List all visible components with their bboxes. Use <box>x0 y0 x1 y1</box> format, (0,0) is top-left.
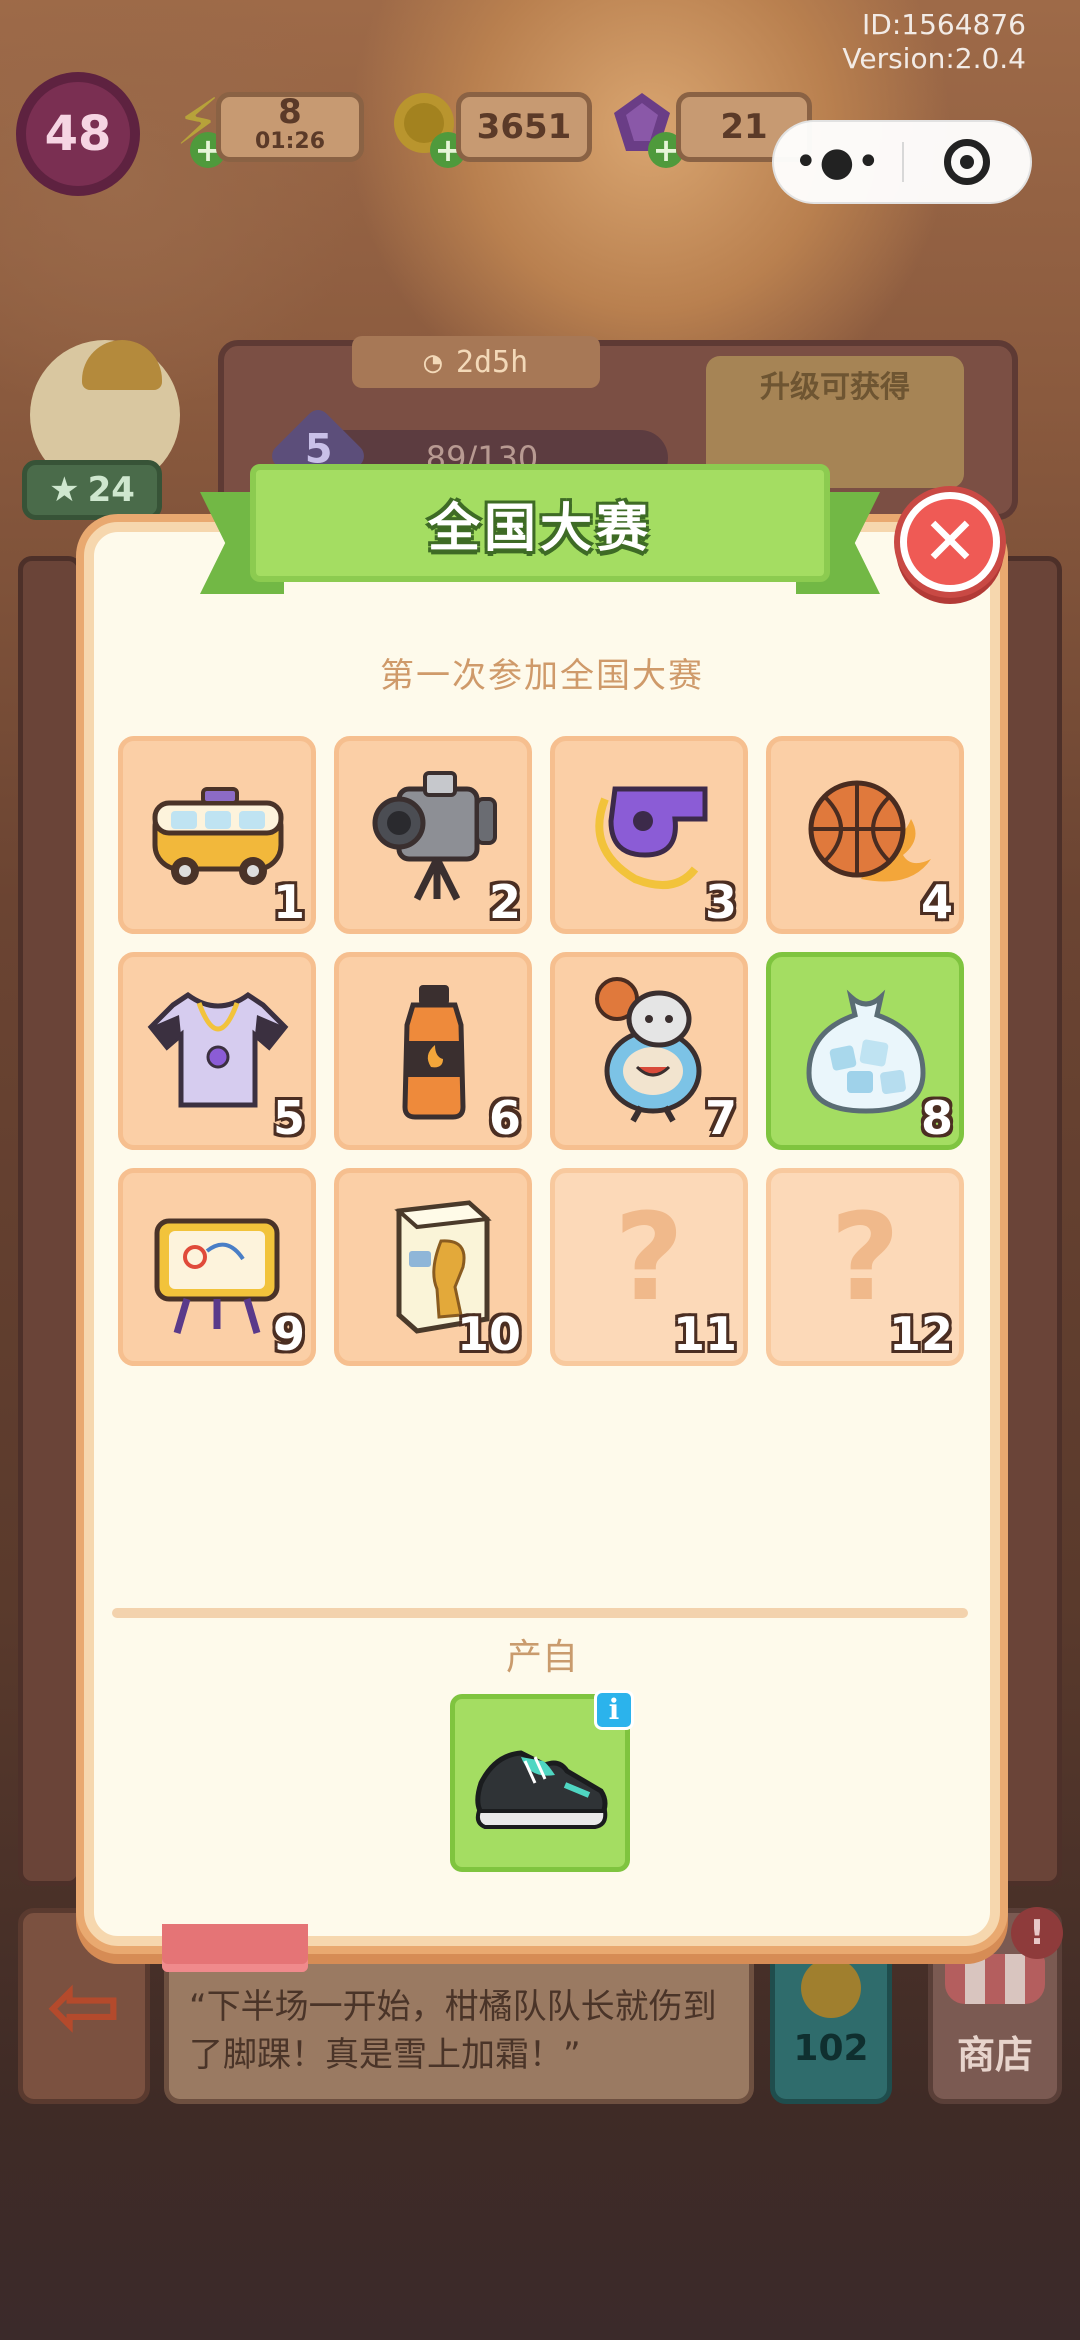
info-icon[interactable]: i <box>594 1690 634 1730</box>
source-label: 产自 <box>505 1637 578 1678</box>
modal-title: 全国大赛 <box>427 498 652 559</box>
item-number: 3 <box>704 875 737 929</box>
item-number: 4 <box>920 875 953 929</box>
collection-item-1[interactable]: 1 <box>118 736 316 934</box>
video-camera-icon <box>372 771 497 901</box>
item-number: 6 <box>488 1091 521 1145</box>
item-number: 11 <box>672 1307 737 1361</box>
collection-item-7[interactable]: 7 <box>550 952 748 1150</box>
close-button[interactable]: ✕ <box>900 492 1000 592</box>
collection-item-10[interactable]: 10 <box>334 1168 532 1366</box>
ice-bag-icon <box>806 989 926 1114</box>
item-number: 5 <box>272 1091 305 1145</box>
van-icon <box>152 787 284 885</box>
whistle-icon <box>595 786 708 889</box>
item-number: 12 <box>888 1307 953 1361</box>
item-number: 10 <box>456 1307 521 1361</box>
collection-item-8[interactable]: 8 <box>766 952 964 1150</box>
collection-item-9[interactable]: 9 <box>118 1168 316 1366</box>
collection-grid: 1 2 3 4 5 6 7 8 9 10 ? 11 ? 12 <box>118 736 964 1372</box>
item-number: 1 <box>272 875 305 929</box>
section-divider <box>112 1608 968 1618</box>
jersey-icon <box>147 991 289 1108</box>
item-number: 7 <box>704 1091 737 1145</box>
modal-subtitle: 第一次参加全国大赛 <box>380 656 704 696</box>
bookmark-ribbon <box>162 1924 308 1972</box>
close-icon: ✕ <box>922 503 978 580</box>
title-ribbon: 全国大赛 <box>250 464 830 582</box>
sports-drink-icon <box>402 985 466 1120</box>
flaming-basketball-icon <box>808 780 931 882</box>
collection-item-4[interactable]: 4 <box>766 736 964 934</box>
collection-item-6[interactable]: 6 <box>334 952 532 1150</box>
collection-item-2[interactable]: 2 <box>334 736 532 934</box>
collection-item-11[interactable]: ? 11 <box>550 1168 748 1366</box>
collection-item-5[interactable]: 5 <box>118 952 316 1150</box>
item-number: 2 <box>488 875 521 929</box>
item-number: 9 <box>272 1307 305 1361</box>
collection-item-12[interactable]: ? 12 <box>766 1168 964 1366</box>
cat-mascot-icon <box>595 977 702 1123</box>
item-number: 8 <box>920 1091 953 1145</box>
tactics-board-icon <box>154 1218 280 1334</box>
collection-item-3[interactable]: 3 <box>550 736 748 934</box>
